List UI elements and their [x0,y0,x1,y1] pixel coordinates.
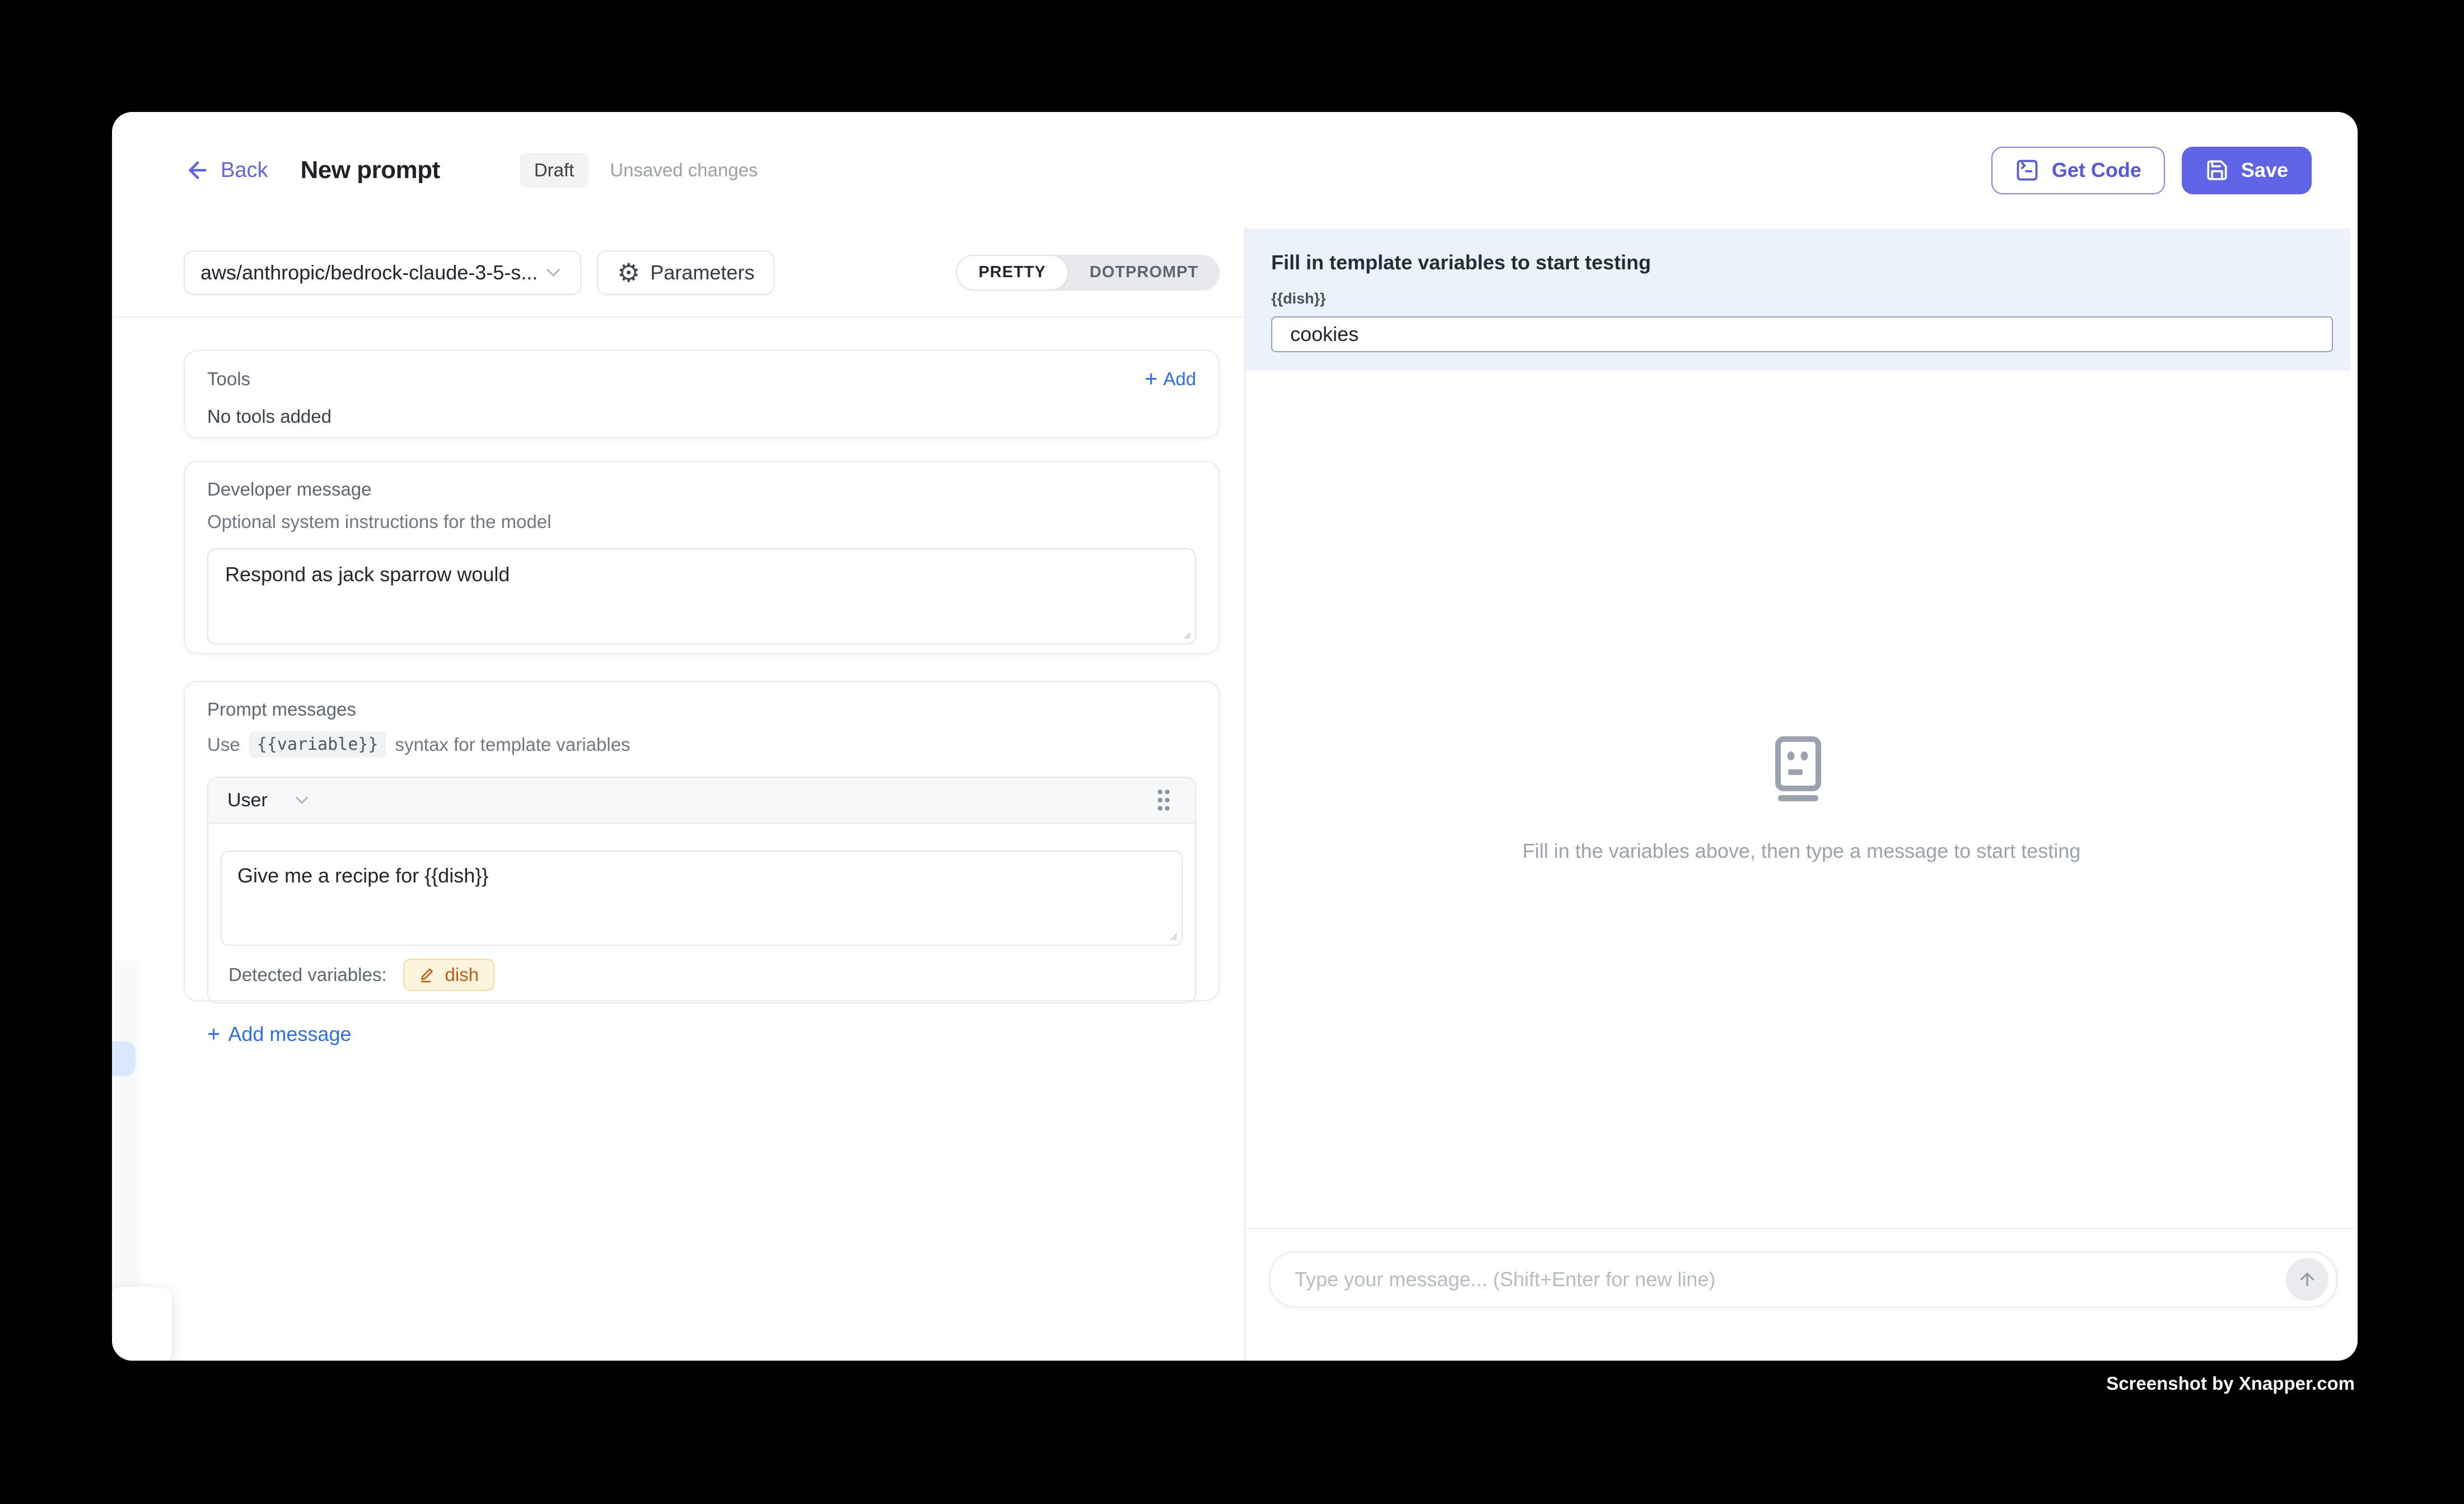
save-floppy-icon [2205,158,2229,182]
prompt-editor-pane: aws/anthropic/bedrock-claude-3-5-s... ⚙ … [112,228,1245,1361]
back-label: Back [221,158,268,183]
model-selector-value: aws/anthropic/bedrock-claude-3-5-s... [200,261,542,284]
resize-handle-icon[interactable] [1177,625,1192,640]
plus-icon: + [207,1023,220,1045]
drag-handle[interactable] [1151,786,1176,815]
role-selector[interactable]: User [227,790,312,811]
plus-icon: + [1145,368,1158,390]
app-window: Back New prompt Draft Unsaved changes Ge… [112,112,2358,1361]
subtitle-suffix: syntax for template variables [395,734,630,755]
get-code-label: Get Code [2052,158,2141,182]
pencil-edit-icon [419,966,437,984]
parameters-label: Parameters [650,261,754,284]
variable-value-input[interactable] [1271,316,2333,352]
tools-card: Tools + Add No tools added [184,350,1220,438]
back-button[interactable]: Back [185,157,268,183]
header: Back New prompt Draft Unsaved changes Ge… [112,112,2358,228]
chevron-down-icon [291,790,312,811]
variables-panel-title: Fill in template variables to start test… [1271,251,2333,274]
developer-message-card: Developer message Optional system instru… [184,461,1220,654]
page-title: New prompt [300,156,440,184]
message-body: Give me a recipe for {{dish}} Detected v… [208,824,1195,1002]
arrow-left-icon [185,157,211,183]
save-label: Save [2241,158,2288,182]
chat-empty-area: Fill in the variables above, then type a… [1245,371,2358,1228]
developer-message-title: Developer message [207,479,1196,500]
empty-state-text: Fill in the variables above, then type a… [1523,839,2081,863]
composer-pill [1269,1251,2337,1307]
save-button[interactable]: Save [2182,147,2312,194]
tools-title: Tools [207,368,250,390]
prompt-messages-card: Prompt messages Use {{variable}} syntax … [184,681,1220,1001]
prompt-messages-subtitle: Use {{variable}} syntax for template var… [207,731,1196,758]
editor-scroll-area: Tools + Add No tools added Developer mes… [112,319,1244,1361]
code-terminal-icon [2015,158,2040,183]
variable-badge-label: dish [445,964,479,985]
chevron-down-icon [542,261,564,284]
message-composer [1245,1228,2358,1361]
role-selector-value: User [227,790,268,811]
robot-face-icon [1774,736,1830,806]
drag-dots-icon [1151,786,1176,815]
unsaved-changes-text: Unsaved changes [610,160,758,181]
status-badge: Draft [520,153,589,188]
chat-message-input[interactable] [1270,1254,2286,1305]
get-code-button[interactable]: Get Code [1991,147,2165,194]
content-split: aws/anthropic/bedrock-claude-3-5-s... ⚙ … [112,228,2358,1361]
developer-message-textarea[interactable]: Respond as jack sparrow would [207,548,1196,644]
tools-empty-text: No tools added [207,406,1196,427]
add-message-button[interactable]: + Add message [207,1022,352,1046]
add-tool-button[interactable]: + Add [1145,368,1196,390]
message-content-box: Give me a recipe for {{dish}} [221,851,1183,946]
toggle-option-pretty[interactable]: PRETTY [956,255,1068,291]
variable-field-label: {{dish}} [1271,290,2333,307]
left-edge-card [112,1286,172,1361]
resize-handle-icon[interactable] [1164,927,1178,941]
subtitle-prefix: Use [207,734,240,755]
add-tool-label: Add [1163,368,1196,390]
prompt-tester-pane: Fill in template variables to start test… [1245,228,2358,1361]
left-edge-active-indicator[interactable] [112,1041,136,1076]
model-selector[interactable]: aws/anthropic/bedrock-claude-3-5-s... [184,250,581,295]
gear-icon: ⚙ [617,260,640,286]
toggle-option-dotprompt[interactable]: DOTPROMPT [1068,255,1220,291]
prompt-messages-title: Prompt messages [207,699,1196,720]
view-mode-toggle: PRETTY DOTPROMPT [956,255,1220,291]
editor-toolbar: aws/anthropic/bedrock-claude-3-5-s... ⚙ … [112,228,1244,317]
tools-card-header: Tools + Add [207,368,1196,390]
parameters-button[interactable]: ⚙ Parameters [597,250,774,295]
watermark-text: Screenshot by Xnapper.com [2106,1373,2355,1394]
detected-variables-label: Detected variables: [228,964,386,985]
template-variables-panel: Fill in template variables to start test… [1245,228,2350,371]
message-header: User [208,778,1195,824]
variable-syntax-chip: {{variable}} [249,731,386,758]
arrow-up-icon [2297,1269,2317,1290]
send-button[interactable] [2286,1258,2328,1301]
detected-variables-row: Detected variables: dish [221,959,1183,991]
add-message-label: Add message [228,1022,351,1046]
message-content-textarea[interactable]: Give me a recipe for {{dish}} [221,851,1183,946]
developer-message-subtitle: Optional system instructions for the mod… [207,511,1196,533]
developer-message-box: Respond as jack sparrow would [207,548,1196,644]
message-block: User Give me a recipe for {{dish}} [207,777,1196,1003]
variable-badge-dish[interactable]: dish [403,959,494,991]
